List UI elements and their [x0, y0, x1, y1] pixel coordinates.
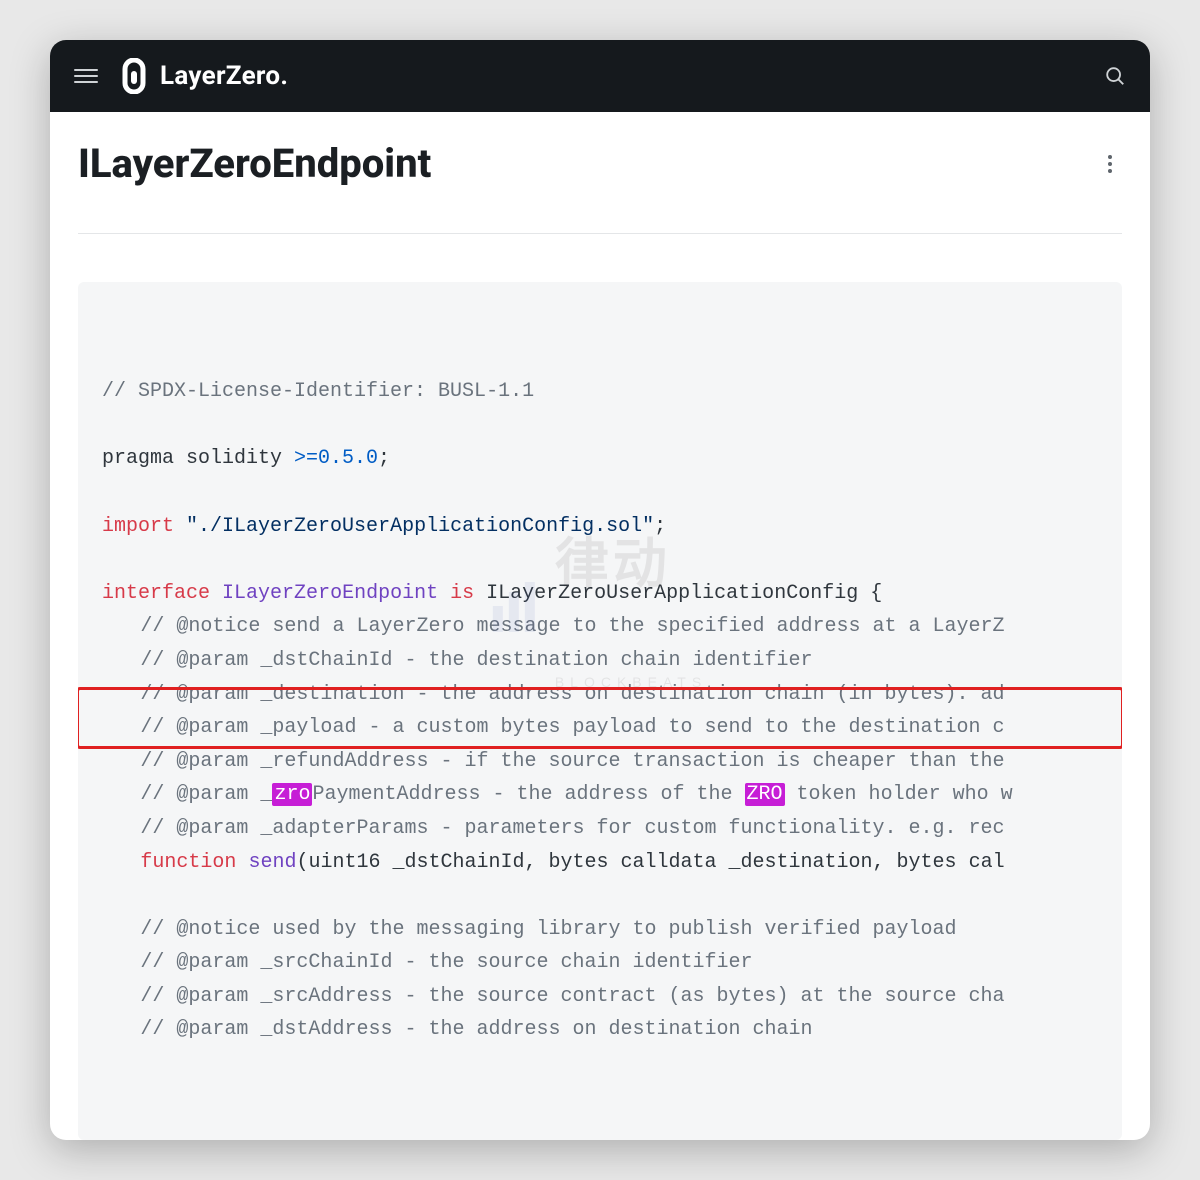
code-line: // @param _dstChainId - the destination …: [140, 649, 812, 672]
code-line: pragma solidity >=0.5.0;: [102, 447, 390, 470]
layerzero-logo-icon: [120, 58, 148, 94]
page-title: ILayerZeroEndpoint: [78, 140, 431, 187]
code-line-highlighted: // @param _zroPaymentAddress - the addre…: [140, 783, 1012, 806]
page-body: ILayerZeroEndpoint 律动 BLOCKBEATS // SPDX…: [50, 112, 1150, 1140]
hamburger-menu-icon[interactable]: [74, 69, 98, 83]
code-line: // @param _dstAddress - the address on d…: [140, 1018, 812, 1041]
code-line: interface ILayerZeroEndpoint is ILayerZe…: [102, 582, 882, 605]
code-line: // @param _refundAddress - if the source…: [140, 750, 1004, 773]
brand-text: LayerZero.: [160, 61, 288, 91]
code-line: // @param _adapterParams - parameters fo…: [140, 817, 1004, 840]
code-line: // @param _srcAddress - the source contr…: [140, 985, 1004, 1008]
page-header: ILayerZeroEndpoint: [78, 140, 1122, 234]
code-line: function send(uint16 _dstChainId, bytes …: [140, 851, 1004, 874]
code-line: // @param _srcChainId - the source chain…: [140, 951, 752, 974]
code-block: 律动 BLOCKBEATS // SPDX-License-Identifier…: [78, 282, 1122, 1140]
highlight-zro: zro: [272, 783, 312, 806]
kebab-menu-icon[interactable]: [1098, 146, 1122, 182]
highlight-ZRO: ZRO: [745, 783, 785, 806]
code-line: // @notice used by the messaging library…: [140, 918, 956, 941]
page-frame: LayerZero. ILayerZeroEndpoint 律动 BLOCKBE…: [50, 40, 1150, 1140]
topbar: LayerZero.: [50, 40, 1150, 112]
code-line: // @param _destination - the address on …: [140, 683, 1004, 706]
code-line: // @notice send a LayerZero message to t…: [140, 615, 1004, 638]
code-line: import "./ILayerZeroUserApplicationConfi…: [102, 515, 666, 538]
search-icon[interactable]: [1104, 65, 1126, 87]
code-line: // @param _payload - a custom bytes payl…: [140, 716, 1004, 739]
code-line: // SPDX-License-Identifier: BUSL-1.1: [102, 380, 534, 403]
brand: LayerZero.: [120, 58, 288, 94]
